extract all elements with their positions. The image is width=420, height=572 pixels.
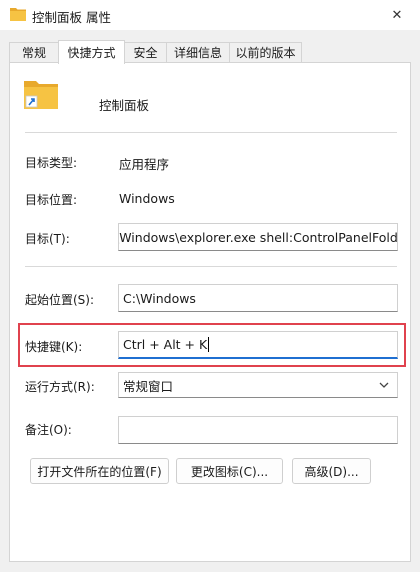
comment-input[interactable] bbox=[118, 416, 398, 444]
tab-shortcut[interactable]: 快捷方式 bbox=[58, 40, 125, 64]
tab-security[interactable]: 安全 bbox=[124, 42, 167, 62]
tab-details[interactable]: 详细信息 bbox=[166, 42, 230, 62]
target-input-text: \Windows\explorer.exe shell:ControlPanel… bbox=[118, 229, 398, 245]
open-file-location-button[interactable]: 打开文件所在的位置(F) bbox=[30, 458, 169, 484]
shortcut-key-label: 快捷键(K): bbox=[25, 340, 83, 354]
shortcut-key-input[interactable]: Ctrl + Alt + K bbox=[118, 331, 398, 359]
tab-previous-versions[interactable]: 以前的版本 bbox=[229, 42, 302, 62]
target-location-label: 目标位置: bbox=[25, 193, 78, 207]
target-location-value: Windows bbox=[119, 191, 175, 206]
target-input[interactable]: \Windows\explorer.exe shell:ControlPanel… bbox=[118, 223, 398, 251]
start-in-input[interactable]: C:\Windows bbox=[118, 284, 398, 312]
run-label: 运行方式(R): bbox=[25, 380, 95, 394]
target-type-value: 应用程序 bbox=[119, 157, 170, 172]
shortcut-key-input-text: Ctrl + Alt + K bbox=[123, 337, 208, 352]
tab-general[interactable]: 常规 bbox=[9, 42, 59, 62]
divider bbox=[25, 132, 397, 133]
folder-shortcut-icon bbox=[24, 81, 58, 109]
target-label: 目标(T): bbox=[25, 232, 70, 246]
start-in-label: 起始位置(S): bbox=[25, 293, 95, 307]
change-icon-button[interactable]: 更改图标(C)... bbox=[176, 458, 283, 484]
target-type-label: 目标类型: bbox=[25, 156, 78, 170]
tab-bar: 常规 快捷方式 安全 详细信息 以前的版本 bbox=[9, 40, 411, 64]
close-button[interactable]: ✕ bbox=[374, 0, 420, 30]
divider bbox=[25, 266, 397, 267]
text-cursor bbox=[208, 337, 210, 352]
start-in-input-text: C:\Windows bbox=[123, 290, 196, 306]
folder-icon bbox=[10, 8, 26, 21]
comment-label: 备注(O): bbox=[25, 423, 72, 437]
shortcut-panel: 控制面板 目标类型: 应用程序 目标位置: Windows 目标(T): \Wi… bbox=[9, 62, 411, 562]
chevron-down-icon bbox=[379, 382, 389, 388]
close-icon: ✕ bbox=[391, 7, 403, 23]
run-select[interactable]: 常规窗口 bbox=[118, 372, 398, 398]
advanced-button[interactable]: 高级(D)... bbox=[292, 458, 371, 484]
run-select-value: 常规窗口 bbox=[123, 378, 174, 394]
title-bar: 控制面板 属性 ✕ bbox=[0, 0, 420, 30]
window-title: 控制面板 属性 bbox=[32, 10, 111, 25]
shortcut-name: 控制面板 bbox=[99, 98, 150, 113]
